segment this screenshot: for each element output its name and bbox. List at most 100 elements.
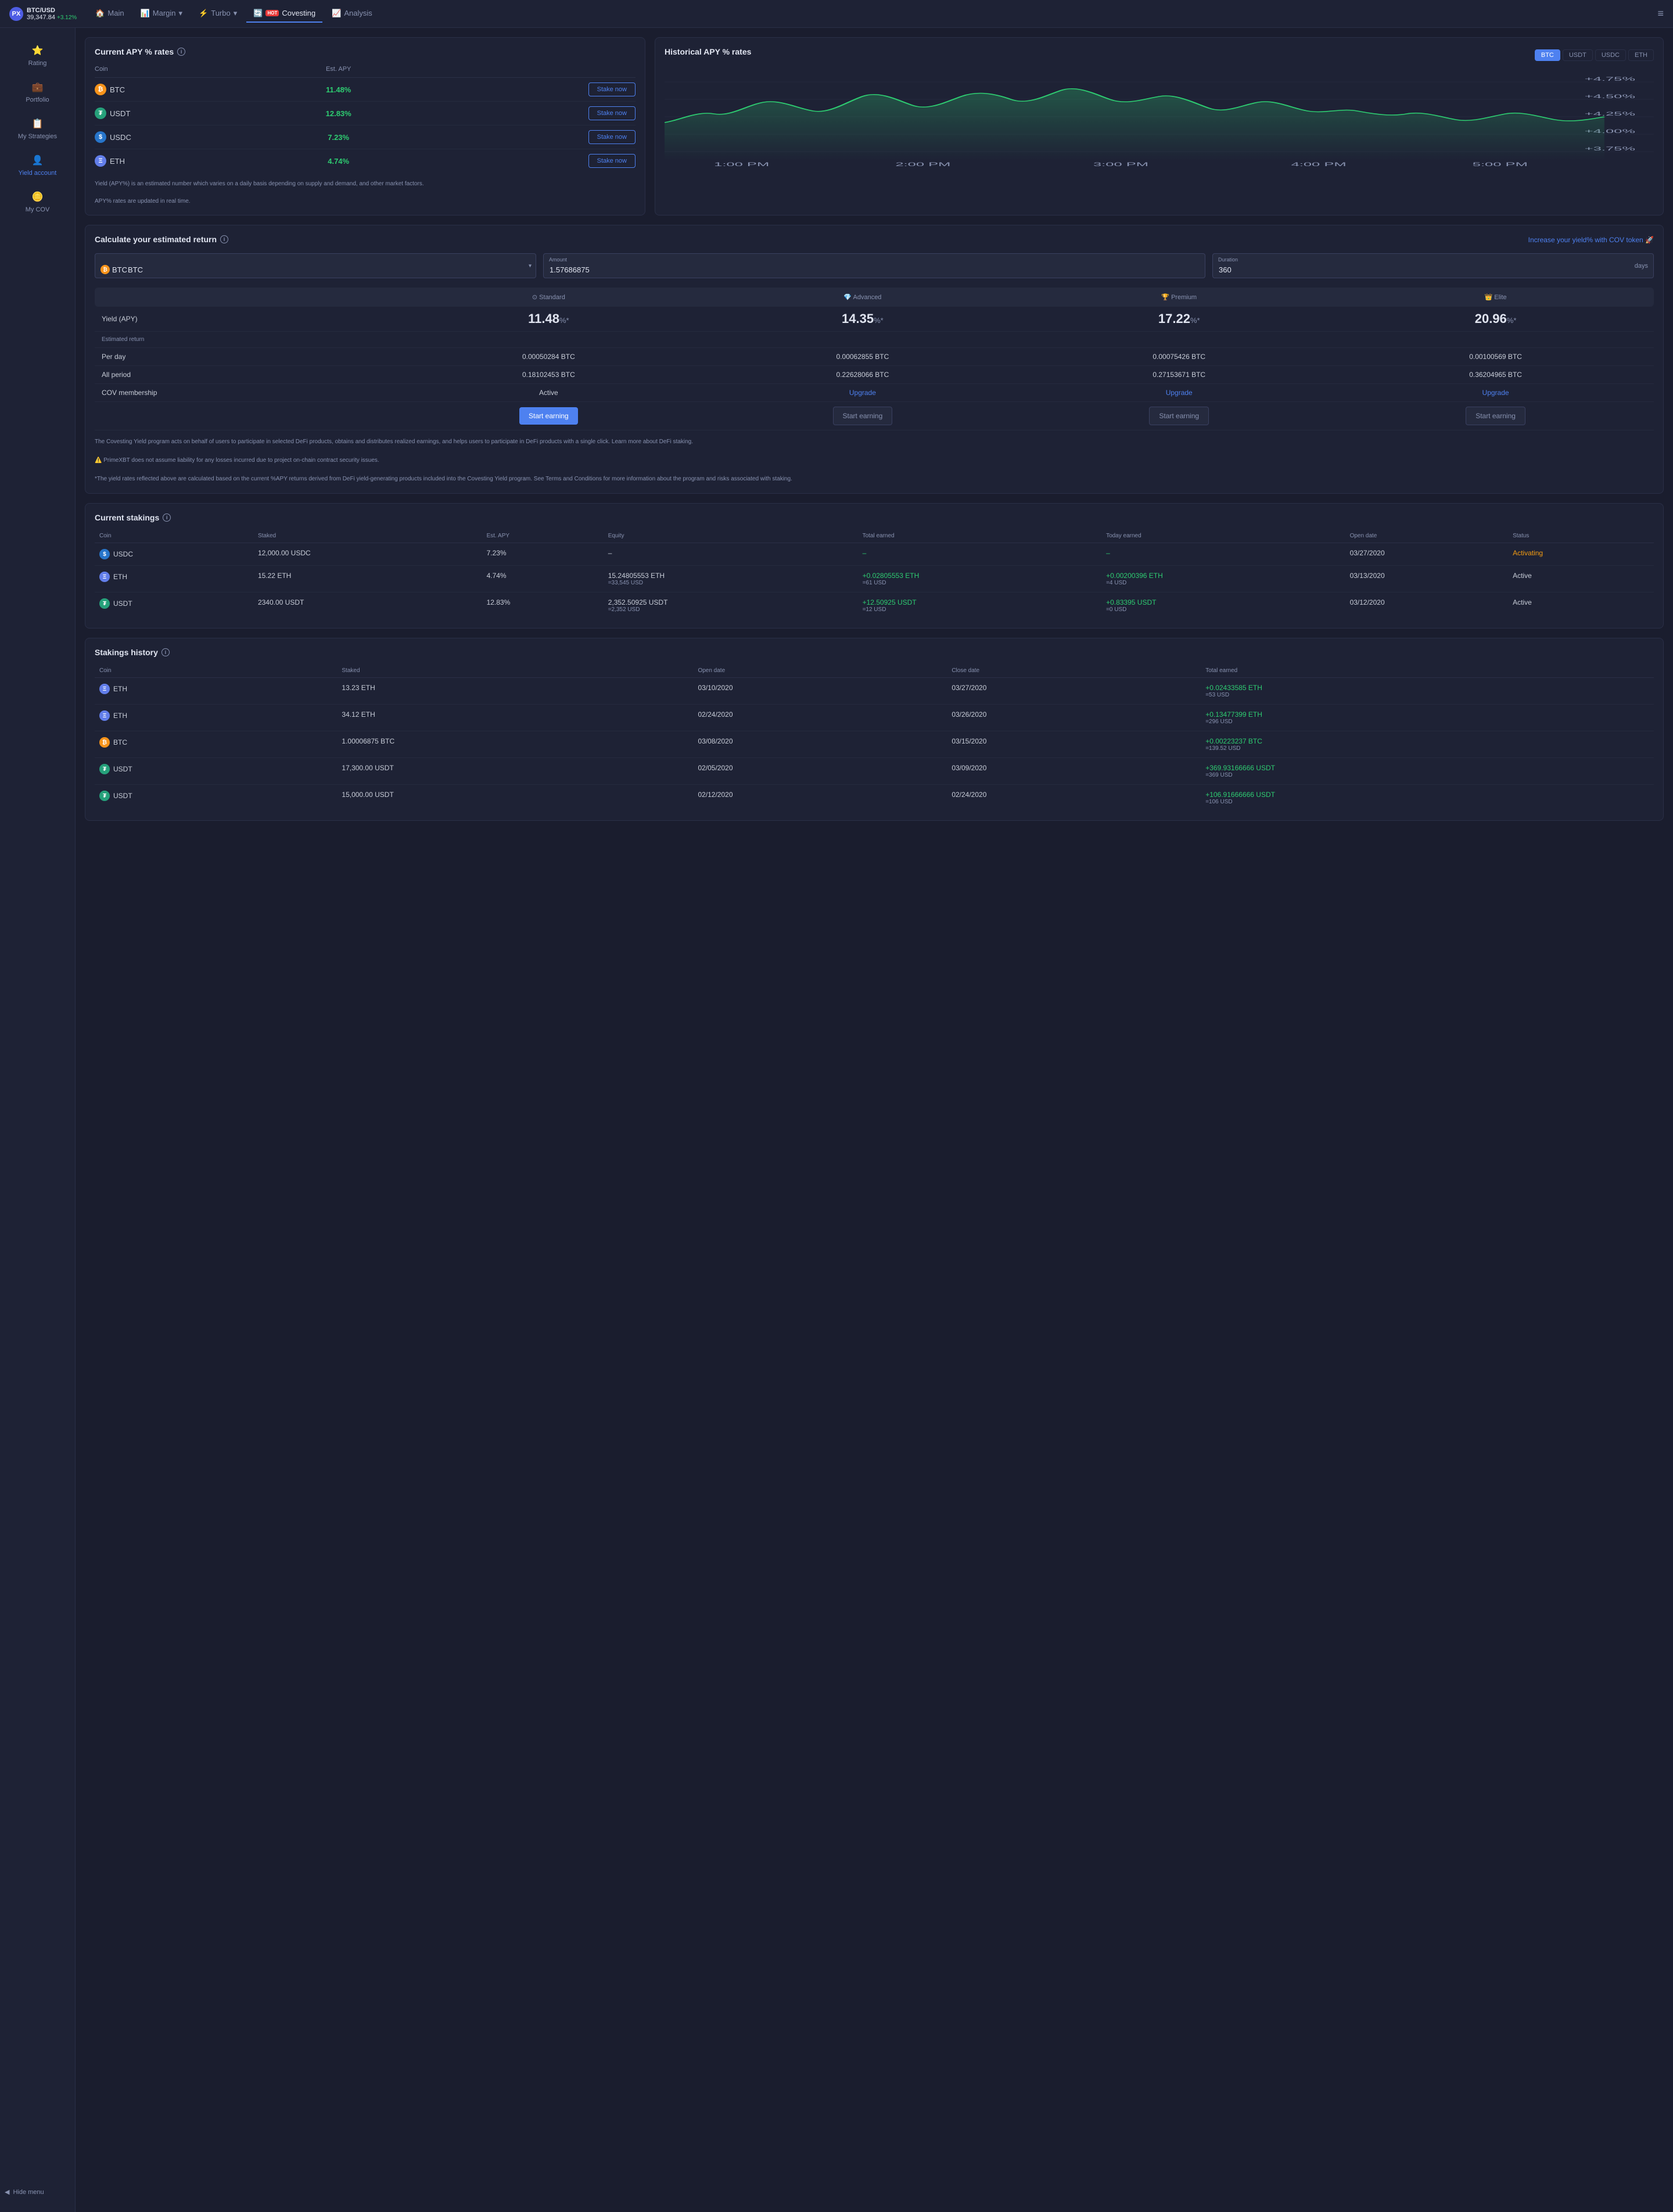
nav-logo[interactable]: PX BTC/USD 39,347.84 +3.12% — [9, 7, 77, 21]
historical-apy-title: Historical APY % rates — [665, 47, 751, 56]
history-info-icon[interactable]: i — [161, 648, 170, 656]
cov-icon: 🪙 — [31, 191, 44, 203]
start-earning-advanced[interactable]: Start earning — [833, 407, 893, 425]
chart-area: +4.75% +4.50% +4.25% +4.00% +3.75% 1:00 … — [665, 70, 1654, 175]
layout: ⭐ Rating 💼 Portfolio 📋 My Strategies 👤 Y… — [0, 28, 1673, 2212]
chart-tab-usdc[interactable]: USDC — [1595, 49, 1626, 61]
svg-text:2:00 PM: 2:00 PM — [895, 161, 950, 167]
stake-btn-usdt[interactable]: Stake now — [588, 106, 636, 120]
history-row: Ξ ETH 13.23 ETH 03/10/2020 03/27/2020 +0… — [95, 678, 1654, 705]
nav-margin[interactable]: 📊 Margin ▾ — [134, 5, 189, 23]
usdc-icon: $ — [99, 549, 110, 559]
duration-input[interactable] — [1212, 253, 1654, 278]
sidebar-item-yield-account[interactable]: 👤 Yield account — [0, 147, 75, 184]
current-staking-row: ₮ USDT 2340.00 USDT 12.83% 2,352.50925 U… — [95, 592, 1654, 619]
chart-tab-btc[interactable]: BTC — [1535, 49, 1560, 61]
top-grid: Current APY % rates i Coin Est. APY ₿ — [85, 37, 1664, 216]
apy-note: Yield (APY%) is an estimated number whic… — [95, 179, 636, 206]
tier-standard-header: ⊙ Standard — [393, 288, 704, 307]
duration-unit: days — [1635, 263, 1648, 270]
tier-per-day-row: Per day 0.00050284 BTC 0.00062855 BTC 0.… — [95, 348, 1654, 366]
svg-text:3:00 PM: 3:00 PM — [1093, 161, 1148, 167]
coin-select-group: Coin ₿ BTC BTC ETH USDT USDC ▾ — [95, 253, 536, 278]
eth-icon: Ξ — [99, 572, 110, 582]
disclaimer: The Covesting Yield program acts on beha… — [95, 437, 1654, 484]
logo-icon: PX — [9, 7, 23, 21]
cov-promo: Increase your yield% with COV token 🚀 — [1528, 235, 1654, 244]
upgrade-premium[interactable]: Upgrade — [1166, 389, 1193, 397]
upgrade-elite[interactable]: Upgrade — [1482, 389, 1509, 397]
nav-main[interactable]: 🏠 Main — [88, 5, 131, 23]
chart-header: Historical APY % rates BTCUSDTUSDCETH — [665, 47, 1654, 63]
stakings-history-table: Coin Staked Open date Close date Total e… — [95, 664, 1654, 811]
tier-premium-header: 🏆 Premium — [1021, 288, 1337, 307]
calculator-section: Calculate your estimated return i Increa… — [85, 225, 1664, 494]
eth-icon: Ξ — [99, 710, 110, 721]
hide-menu-btn[interactable]: ◀ Hide menu — [0, 2181, 75, 2203]
tier-membership-row: COV membership Active Upgrade Upgrade Up… — [95, 384, 1654, 402]
portfolio-icon: 💼 — [31, 81, 44, 94]
nav-covesting[interactable]: 🔄 HOT Covesting — [246, 5, 322, 23]
current-apy-title: Current APY % rates i — [95, 47, 636, 56]
svg-text:1:00 PM: 1:00 PM — [714, 161, 769, 167]
coin-dropdown[interactable]: BTC ETH USDT USDC — [95, 253, 536, 278]
svg-text:+4.50%: +4.50% — [1585, 94, 1635, 99]
chart-tab-usdt[interactable]: USDT — [1563, 49, 1593, 61]
calc-inputs: Coin ₿ BTC BTC ETH USDT USDC ▾ — [95, 253, 1654, 278]
current-staking-row: $ USDC 12,000.00 USDC 7.23% – – – 03/27/… — [95, 543, 1654, 566]
nav-analysis[interactable]: 📈 Analysis — [325, 5, 379, 23]
stake-btn-eth[interactable]: Stake now — [588, 154, 636, 168]
stakings-info-icon[interactable]: i — [163, 514, 171, 522]
history-row: Ξ ETH 34.12 ETH 02/24/2020 03/26/2020 +0… — [95, 705, 1654, 731]
calc-info-icon[interactable]: i — [220, 235, 228, 243]
eth-icon: Ξ — [95, 155, 106, 167]
stakings-history-section: Stakings history i Coin Staked Open date… — [85, 638, 1664, 821]
top-nav: PX BTC/USD 39,347.84 +3.12% 🏠 Main 📊 Mar… — [0, 0, 1673, 28]
tier-advanced-header: 💎 Advanced — [704, 288, 1021, 307]
calc-header: Calculate your estimated return i Increa… — [95, 235, 1654, 244]
usdc-icon: $ — [95, 131, 106, 143]
chart-tabs: BTCUSDTUSDCETH — [1535, 49, 1654, 61]
sidebar-item-rating[interactable]: ⭐ Rating — [0, 37, 75, 74]
stakings-history-title: Stakings history i — [95, 648, 1654, 657]
sidebar-item-my-strategies[interactable]: 📋 My Strategies — [0, 110, 75, 147]
svg-text:+4.25%: +4.25% — [1585, 111, 1635, 117]
sidebar-item-portfolio[interactable]: 💼 Portfolio — [0, 74, 75, 110]
usdt-icon: ₮ — [99, 598, 110, 609]
coin-prefix: ₿ BTC — [100, 265, 127, 274]
current-stakings-section: Current stakings i Coin Staked Est. APY … — [85, 503, 1664, 629]
nav-menu-icon[interactable]: ≡ — [1657, 8, 1664, 20]
chart-tab-eth[interactable]: ETH — [1628, 49, 1654, 61]
history-row: ₮ USDT 17,300.00 USDT 02/05/2020 03/09/2… — [95, 758, 1654, 785]
usdt-icon: ₮ — [95, 107, 106, 119]
main-content: Current APY % rates i Coin Est. APY ₿ — [76, 28, 1673, 2212]
btc-icon: ₿ — [99, 737, 110, 748]
tier-apy-row: Yield (APY) 11.48%* 14.35%* 17.22%* 20.9… — [95, 307, 1654, 332]
stake-btn-btc[interactable]: Stake now — [588, 82, 636, 96]
eth-icon: Ξ — [99, 684, 110, 694]
strategies-icon: 📋 — [31, 117, 44, 130]
usdt-icon: ₮ — [99, 764, 110, 774]
btc-icon: ₿ — [95, 84, 106, 95]
amount-input[interactable] — [543, 253, 1205, 278]
nav-turbo[interactable]: ⚡ Turbo ▾ — [192, 5, 244, 23]
nav-items: 🏠 Main 📊 Margin ▾ ⚡ Turbo ▾ 🔄 HOT Covest… — [88, 5, 1657, 23]
tier-cta-row: Start earning Start earning Start earnin… — [95, 402, 1654, 430]
svg-text:5:00 PM: 5:00 PM — [1473, 161, 1528, 167]
stake-btn-usdc[interactable]: Stake now — [588, 130, 636, 144]
current-staking-row: Ξ ETH 15.22 ETH 4.74% 15.24805553 ETH =3… — [95, 566, 1654, 592]
hot-badge: HOT — [265, 10, 279, 16]
apy-row: Ξ ETH 4.74% Stake now — [95, 149, 636, 173]
start-earning-elite[interactable]: Start earning — [1466, 407, 1525, 425]
current-apy-info-icon[interactable]: i — [177, 48, 185, 56]
apy-row: ₿ BTC 11.48% Stake now — [95, 78, 636, 102]
calc-title: Calculate your estimated return i — [95, 235, 228, 244]
amount-group: Amount — [543, 253, 1205, 278]
start-earning-standard[interactable]: Start earning — [519, 407, 578, 425]
upgrade-advanced[interactable]: Upgrade — [849, 389, 876, 397]
current-stakings-table: Coin Staked Est. APY Equity Total earned… — [95, 529, 1654, 619]
start-earning-premium[interactable]: Start earning — [1149, 407, 1209, 425]
svg-text:4:00 PM: 4:00 PM — [1291, 161, 1347, 167]
sidebar-item-my-cov[interactable]: 🪙 My COV — [0, 184, 75, 220]
rating-icon: ⭐ — [31, 44, 44, 57]
